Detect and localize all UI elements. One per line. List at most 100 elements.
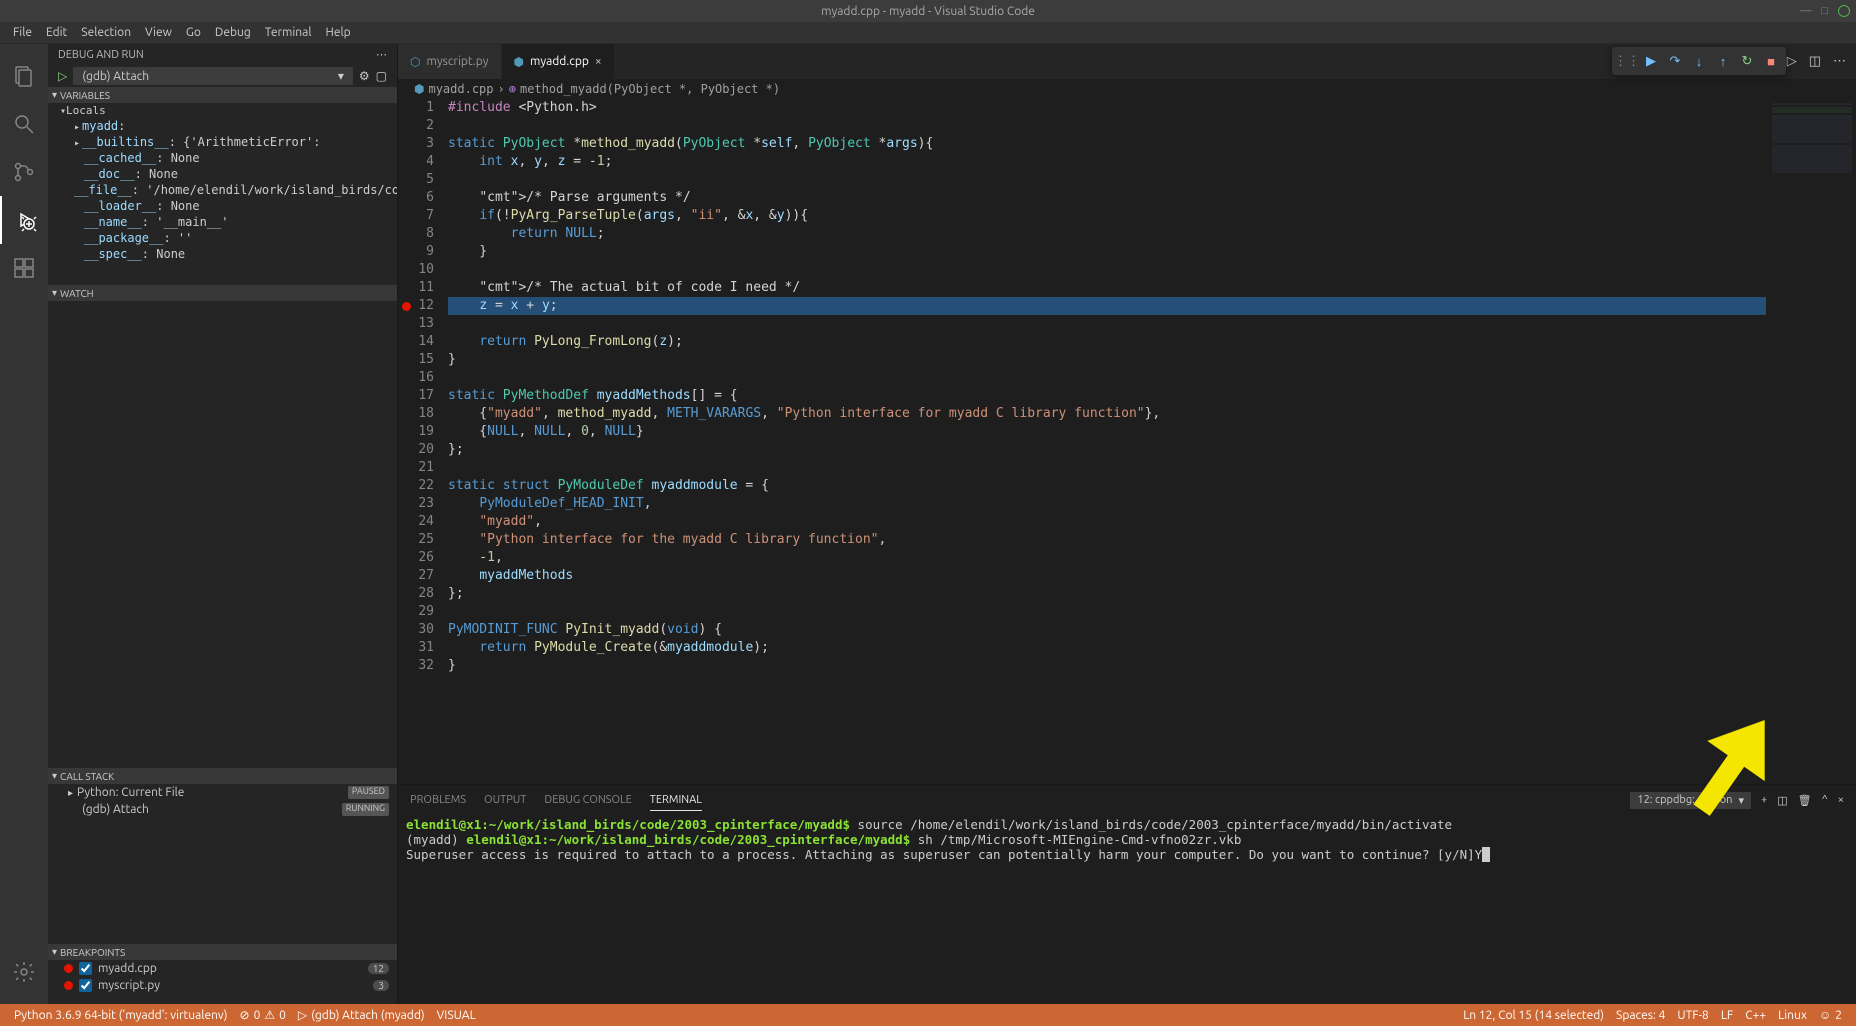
locals-header[interactable]: Locals [48, 103, 397, 118]
menu-terminal[interactable]: Terminal [258, 26, 319, 39]
restart-button[interactable]: ↻ [1736, 50, 1758, 72]
status-python[interactable]: Python 3.6.9 64-bit ('myadd': virtualenv… [8, 1009, 234, 1022]
variable-row[interactable]: myadd: [48, 118, 397, 134]
extensions-icon[interactable] [0, 244, 48, 292]
status-lang[interactable]: C++ [1739, 1008, 1772, 1022]
status-eol[interactable]: LF [1715, 1008, 1739, 1022]
panel-tab-output[interactable]: OUTPUT [484, 790, 526, 810]
menu-go[interactable]: Go [179, 26, 208, 39]
maximize-button[interactable]: □ [1821, 5, 1828, 17]
terminal-body[interactable]: elendil@x1:~/work/island_birds/code/2003… [398, 815, 1856, 1004]
breadcrumbs[interactable]: ⬢ myadd.cpp › ⊕ method_myadd(PyObject *,… [398, 79, 1856, 99]
search-icon[interactable] [0, 100, 48, 148]
callstack-row[interactable]: (gdb) Attach RUNNING [48, 801, 397, 818]
debug-console-icon[interactable]: ▢ [376, 69, 387, 83]
breakpoint-dot-icon [64, 964, 73, 973]
status-encoding[interactable]: UTF-8 [1671, 1008, 1714, 1022]
variable-row[interactable]: __doc__: None [48, 166, 397, 182]
editor-area: ⋮⋮ ▶ ↷ ↓ ↑ ↻ ■ ⬡ myscript.py ⬢ myadd.cpp… [398, 44, 1856, 1004]
gear-icon[interactable]: ⚙ [359, 69, 370, 83]
menubar: File Edit Selection View Go Debug Termin… [0, 22, 1856, 44]
panel-tab-terminal[interactable]: TERMINAL [650, 790, 702, 811]
status-problems[interactable]: ⊘0 ⚠0 [234, 1008, 292, 1022]
more-icon[interactable]: ⋯ [376, 48, 387, 61]
menu-file[interactable]: File [6, 26, 39, 39]
variable-row[interactable]: __builtins__: {'ArithmeticError': [48, 134, 397, 150]
panel-tab-problems[interactable]: PROBLEMS [410, 790, 466, 810]
variable-row[interactable]: __spec__: None [48, 246, 397, 262]
debug-icon[interactable] [0, 196, 48, 244]
variable-row[interactable]: __loader__: None [48, 198, 397, 214]
breakpoint-row[interactable]: myscript.py 3 [48, 977, 397, 994]
menu-debug[interactable]: Debug [208, 26, 258, 39]
variable-row[interactable]: __package__: '' [48, 230, 397, 246]
split-editor-button[interactable]: ◫ [1809, 54, 1821, 69]
maximize-panel-button[interactable]: ^ [1822, 794, 1828, 806]
drag-handle-icon[interactable]: ⋮⋮ [1616, 50, 1638, 72]
panel-tab-debug-console[interactable]: DEBUG CONSOLE [544, 790, 631, 810]
debug-toolbar[interactable]: ⋮⋮ ▶ ↷ ↓ ↑ ↻ ■ [1612, 47, 1786, 75]
start-debug-button[interactable]: ▷ [58, 69, 67, 83]
chevron-down-icon: ▾ [338, 69, 344, 83]
variable-row[interactable]: __cached__: None [48, 150, 397, 166]
tab-myadd[interactable]: ⬢ myadd.cpp × [502, 44, 615, 79]
tab-myscript[interactable]: ⬡ myscript.py [398, 44, 502, 79]
settings-icon[interactable] [0, 948, 48, 996]
panel-tabs: PROBLEMS OUTPUT DEBUG CONSOLE TERMINAL 1… [398, 785, 1856, 815]
code-editor[interactable]: #include <Python.h> static PyObject *met… [448, 99, 1766, 784]
stop-button[interactable]: ■ [1760, 50, 1782, 72]
close-button[interactable] [1838, 5, 1850, 17]
step-over-button[interactable]: ↷ [1664, 50, 1686, 72]
line-gutter[interactable]: 1234567891011121314151617181920212223242… [398, 99, 448, 784]
panel: PROBLEMS OUTPUT DEBUG CONSOLE TERMINAL 1… [398, 784, 1856, 1004]
status-os[interactable]: Linux [1772, 1008, 1813, 1022]
source-control-icon[interactable] [0, 148, 48, 196]
step-out-button[interactable]: ↑ [1712, 50, 1734, 72]
explorer-icon[interactable] [0, 52, 48, 100]
menu-selection[interactable]: Selection [74, 26, 138, 39]
callstack-section-header[interactable]: CALL STACK [48, 768, 397, 784]
sidebar-title: DEBUG AND RUN ⋯ [48, 44, 397, 65]
close-panel-button[interactable]: × [1838, 794, 1844, 806]
chevron-down-icon: ▾ [1738, 794, 1744, 807]
terminal-select[interactable]: 12: cppdbg: python ▾ [1630, 792, 1751, 809]
status-debug[interactable]: ▷ (gdb) Attach (myadd) [292, 1008, 431, 1022]
variable-row[interactable]: __name__: '__main__' [48, 214, 397, 230]
window-title: myadd.cpp - myadd - Visual Studio Code [821, 5, 1035, 18]
kill-terminal-button[interactable]: 🗑 [1798, 794, 1812, 807]
status-cursor[interactable]: Ln 12, Col 15 (14 selected) [1457, 1008, 1610, 1022]
variables-section-header[interactable]: VARIABLES [48, 87, 397, 103]
breakpoint-checkbox[interactable] [79, 962, 92, 975]
menu-edit[interactable]: Edit [39, 26, 74, 39]
run-file-button[interactable]: ▷ [1787, 54, 1797, 69]
new-terminal-button[interactable]: + [1761, 794, 1767, 806]
variable-row[interactable]: __file__: '/home/elendil/work/island_bir… [48, 182, 397, 198]
breakpoint-checkbox[interactable] [79, 979, 92, 992]
method-icon: ⊕ [509, 82, 516, 96]
minimize-button[interactable]: — [1800, 5, 1811, 17]
menu-view[interactable]: View [138, 26, 179, 39]
status-spaces[interactable]: Spaces: 4 [1610, 1008, 1671, 1022]
python-file-icon: ⬡ [410, 55, 420, 69]
breakpoint-marker[interactable] [402, 302, 411, 311]
sidebar: DEBUG AND RUN ⋯ ▷ (gdb) Attach ▾ ⚙ ▢ VAR… [48, 44, 398, 1004]
activitybar [0, 44, 48, 1004]
minimap[interactable] [1766, 99, 1856, 784]
cpp-file-icon: ⬢ [514, 55, 524, 69]
statusbar: Python 3.6.9 64-bit ('myadd': virtualenv… [0, 1004, 1856, 1026]
breakpoint-row[interactable]: myadd.cpp 12 [48, 960, 397, 977]
window-controls: — □ [1800, 5, 1850, 17]
debug-config-select[interactable]: (gdb) Attach ▾ [73, 67, 353, 85]
watch-section-header[interactable]: WATCH [48, 285, 397, 301]
step-into-button[interactable]: ↓ [1688, 50, 1710, 72]
more-actions-icon[interactable]: ⋯ [1833, 54, 1846, 69]
continue-button[interactable]: ▶ [1640, 50, 1662, 72]
breakpoints-section-header[interactable]: BREAKPOINTS [48, 944, 397, 960]
status-feedback[interactable]: ☺ 2 [1813, 1008, 1848, 1022]
debug-config-row: ▷ (gdb) Attach ▾ ⚙ ▢ [48, 65, 397, 87]
menu-help[interactable]: Help [318, 26, 357, 39]
callstack-row[interactable]: Python: Current File PAUSED [48, 784, 397, 801]
status-vim-mode: VISUAL [431, 1009, 482, 1022]
split-terminal-button[interactable]: ◫ [1777, 794, 1787, 807]
close-tab-icon[interactable]: × [595, 55, 602, 68]
